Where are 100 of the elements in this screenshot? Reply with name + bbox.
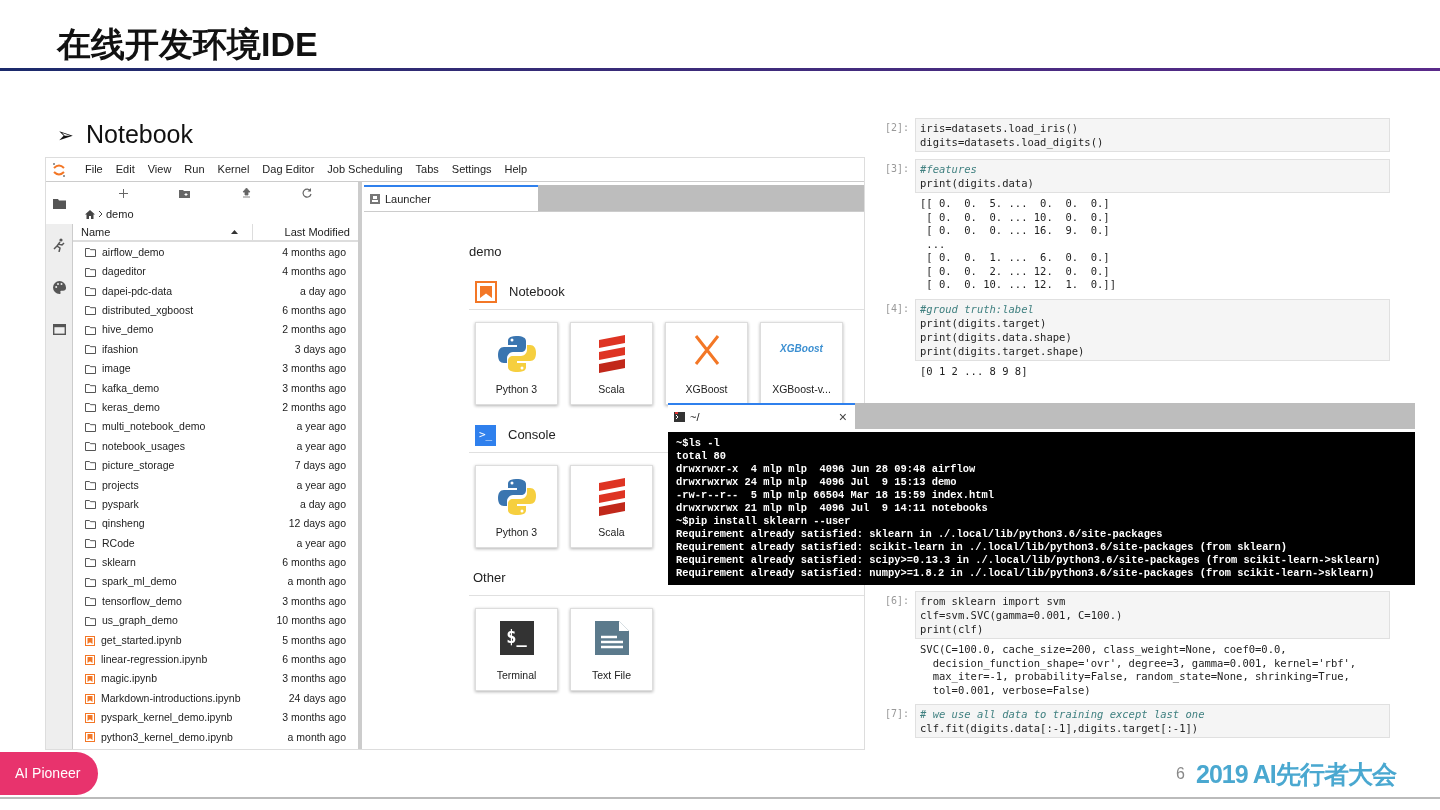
terminal-icon: $_ (499, 620, 534, 655)
file-row[interactable]: magic.ipynb 3 months ago (73, 669, 358, 689)
modified-column-header[interactable]: Last Modified (253, 224, 358, 240)
file-name: kafka_demo (102, 380, 161, 396)
modified-time: 7 days ago (294, 458, 346, 474)
cell-prompt: [6]: (883, 594, 910, 608)
file-name: projects (102, 477, 140, 493)
menu-item[interactable]: View (147, 161, 172, 178)
file-row[interactable]: dapei-pdc-data a day ago (73, 281, 358, 302)
file-row[interactable]: python3_kernel_demo.ipynb a month ago (73, 727, 358, 748)
file-name: qinsheng (102, 516, 146, 532)
menu-item[interactable]: Job Scheduling (327, 161, 403, 178)
launcher-card[interactable]: $_ Terminal (475, 607, 558, 691)
file-row[interactable]: RCode a year ago (73, 533, 358, 554)
code-cell[interactable]: #features print(digits.data) (915, 159, 1390, 193)
terminal-line: drwxrwxrwx 24 mlp mlp 4096 Jul 9 15:13 demo (676, 476, 958, 489)
code-line: print(digits.target) (920, 315, 1048, 330)
output-line: tol=0.001, verbose=False) (931, 683, 1092, 697)
file-row[interactable]: sklearn 6 months ago (73, 553, 358, 573)
folder-icon (85, 500, 96, 510)
menu-item[interactable]: Help (504, 161, 528, 178)
file-row[interactable]: get_started.ipynb 5 months ago (73, 630, 358, 651)
notebook-icon (85, 693, 95, 704)
file-row[interactable]: linear-regression.ipynb 6 months ago (73, 650, 358, 670)
modified-time: a year ago (296, 535, 346, 551)
document-icon (594, 620, 629, 655)
file-row[interactable]: notebook_usages a year ago (73, 436, 358, 457)
menu-item[interactable]: Edit (115, 161, 135, 178)
breadcrumb-link[interactable]: demo (106, 205, 134, 223)
menu-item[interactable]: Settings (451, 161, 492, 178)
code-cell[interactable]: from sklearn import svm clf=svm.SVC(gamma=0.001, C=100.) print(clf) (915, 591, 1390, 639)
menu-item[interactable]: Tabs (415, 161, 439, 178)
launcher-card[interactable]: XGBoost XGBoost-v... (760, 321, 843, 405)
launcher-tab[interactable]: Launcher (364, 185, 538, 211)
file-row[interactable]: airflow_demo 4 months ago (73, 243, 358, 263)
folder-icon (85, 461, 96, 471)
code-cell[interactable]: #groud truth:label print(digits.target) print(digits.data.shape) print(digits.target.shape) (915, 298, 1390, 361)
file-row[interactable]: keras_demo 2 months ago (73, 398, 358, 418)
file-row[interactable]: image 3 months ago (73, 359, 358, 379)
home-icon (85, 209, 95, 219)
file-row[interactable]: projects a year ago (73, 475, 358, 496)
console-icon: >_ (475, 424, 496, 446)
file-row[interactable]: distributed_xgboost 6 months ago (73, 301, 358, 321)
menu-item[interactable]: Dag Editor (262, 161, 315, 178)
terminal-output[interactable] (668, 432, 1415, 585)
menu-item[interactable]: Run (184, 161, 205, 178)
modified-time: 4 months ago (282, 264, 346, 280)
page-number: 6 (1176, 764, 1185, 784)
file-row[interactable]: dageditor 4 months ago (73, 262, 358, 282)
palette-icon (52, 280, 66, 294)
launcher-card[interactable]: Text File (570, 607, 653, 691)
notebook-icon (85, 654, 95, 665)
name-column-header[interactable]: Name (73, 224, 253, 240)
launcher-card[interactable]: Python 3 (475, 321, 558, 405)
menu-item[interactable]: File (85, 161, 103, 178)
file-row[interactable]: Markdown-introductions.ipynb 24 days ago (73, 689, 358, 709)
bullet-text: Notebook (86, 119, 194, 150)
file-name: RCode (102, 535, 136, 551)
modified-time: 12 days ago (288, 516, 346, 532)
output-line: [[ 0. 0. 5. ... 0. 0. 0.] (920, 197, 1111, 211)
output-line: max_iter=-1, probability=False, random_state=None, shrinking=True, (931, 670, 1351, 684)
file-row[interactable]: tensorflow_demo 3 months ago (73, 592, 358, 612)
file-row[interactable]: picture_storage 7 days ago (73, 456, 358, 476)
terminal-tab[interactable]: ~/ × (668, 403, 855, 429)
file-row[interactable]: pyspark_kernel_demo.ipynb 3 months ago (73, 708, 358, 728)
file-name: spark_ml_demo (102, 574, 178, 590)
terminal-line: drwxrwxrwx 21 mlp mlp 4096 Jul 9 14:11 notebooks (676, 502, 989, 515)
folder-icon (85, 325, 96, 335)
file-name: airflow_demo (102, 244, 166, 260)
code-line: print(digits.data.shape) (920, 329, 1073, 344)
modified-time: a year ago (296, 419, 346, 435)
close-button[interactable]: × (836, 410, 849, 424)
file-row[interactable]: ifashion 3 days ago (73, 339, 358, 360)
cell-prompt: [2]: (883, 121, 910, 135)
file-row[interactable]: us_graph_demo 10 months ago (73, 611, 358, 631)
file-row[interactable]: multi_notebook_demo a year ago (73, 417, 358, 437)
file-row[interactable]: pyspark a day ago (73, 495, 358, 515)
launcher-card[interactable]: Python 3 (475, 464, 558, 548)
code-cell[interactable]: iris=datasets.load_iris() digits=datasets.load_digits() (915, 118, 1390, 152)
file-browser-tab[interactable] (46, 182, 73, 224)
file-name: Markdown-introductions.ipynb (101, 690, 242, 706)
launcher-card[interactable]: Scala (570, 321, 653, 405)
file-row[interactable]: spark_ml_demo a month ago (73, 572, 358, 593)
bookmark-icon (475, 281, 497, 303)
x-logo-icon (693, 334, 720, 365)
file-row[interactable]: qinsheng 12 days ago (73, 514, 358, 534)
modified-time: a year ago (296, 477, 346, 493)
launcher-card[interactable]: XGBoost (665, 321, 748, 405)
menu-item[interactable]: Kernel (217, 161, 250, 178)
launcher-card[interactable]: Scala (570, 464, 653, 548)
terminal-line: -rw-r--r-- 5 mlp mlp 66504 Mar 18 15:59 index.html (676, 489, 995, 502)
folder-icon (85, 267, 96, 277)
file-row[interactable]: hive_demo 2 months ago (73, 320, 358, 340)
xgboost-logo: XGBoost (780, 341, 823, 356)
scala-logo-icon (598, 334, 625, 373)
folder-icon (85, 480, 96, 490)
file-name: dageditor (102, 264, 147, 280)
file-row[interactable]: kafka_demo 3 months ago (73, 378, 358, 399)
output-line: [ 0. 0. 0. ... 10. 0. 0.] (925, 210, 1111, 224)
code-cell[interactable]: # we use all data to training except last one clf.fit(digits.data[:-1],digits.target[:-1]) (915, 704, 1390, 738)
